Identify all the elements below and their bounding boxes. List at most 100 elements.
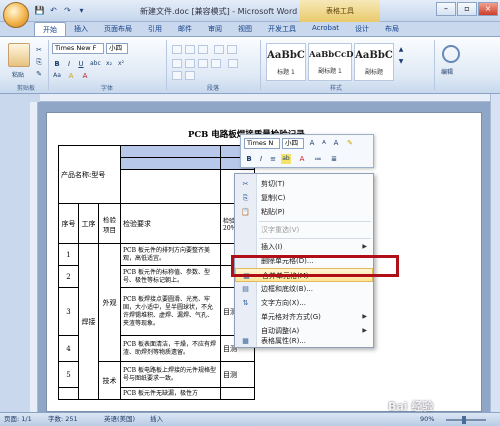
row-no[interactable]: 2 [58,265,79,288]
font-name-select[interactable]: Times New F [52,43,104,54]
menu-item-cut[interactable]: ✂ 剪切(T) [235,177,373,191]
status-language[interactable]: 英语(美国) [104,413,135,426]
style-subtitle[interactable]: AaBbC 副标题 [354,43,394,81]
requirement-cell[interactable]: PCB 板表面清洁，干燥，不应有焊渣、助焊剂等物质遗留。 [120,335,221,362]
increase-indent-icon[interactable] [227,45,237,54]
requirement-cell[interactable]: PCB 板电路板上焊接的元件规格型号与图纸要求一致。 [120,361,221,388]
header-requirement[interactable]: 检验要求 [120,203,221,244]
table-cell[interactable] [120,157,221,170]
shading-icon[interactable] [172,71,182,80]
multilevel-list-icon[interactable] [198,45,208,54]
tab-review[interactable]: 审阅 [200,22,230,36]
tab-developer[interactable]: 开发工具 [260,22,304,36]
tab-insert[interactable]: 插入 [66,22,96,36]
customize-qat-icon[interactable]: ▾ [76,5,87,16]
tab-references[interactable]: 引用 [140,22,170,36]
menu-item-cell-alignment[interactable]: 单元格对齐方式(G) ▶ [235,310,373,324]
line-spacing-icon[interactable] [228,59,238,68]
superscript-button[interactable]: x² [116,59,126,69]
maximize-button[interactable]: ▫ [457,2,477,16]
vertical-scrollbar[interactable] [490,94,500,412]
tab-design[interactable]: 设计 [347,22,377,36]
subscript-button[interactable]: x₂ [104,59,114,69]
requirement-cell[interactable]: PCB 板元件的标称值、参数、型号、极性等标记朝上。 [120,265,221,288]
row-no[interactable] [58,387,79,400]
menu-item-copy[interactable]: ⎘ 复制(C) [235,191,373,205]
cut-icon[interactable]: ✂ [34,45,44,55]
header-process[interactable]: 工序 [78,203,99,244]
close-button[interactable]: × [478,2,498,16]
method-cell[interactable]: 目测 [220,361,255,388]
tab-home[interactable]: 开始 [34,22,66,36]
justify-icon[interactable] [211,59,221,68]
zoom-level[interactable]: 90% [420,413,434,426]
item-appearance-cell[interactable]: 外观 [98,243,121,362]
mini-center-button[interactable]: ≡ [268,154,278,164]
menu-item-table-properties[interactable]: ▦ 表格属性(R)... [235,334,373,348]
format-painter-icon[interactable]: ✎ [34,69,44,79]
requirement-cell[interactable]: PCB 板元件的排列方向要整齐美观，高低适宜。 [120,243,221,266]
style-heading-1[interactable]: AaBbC 标题 1 [266,43,306,81]
menu-item-insert[interactable]: 插入(I) ▶ [235,240,373,254]
method-cell[interactable] [220,387,255,400]
italic-button[interactable]: I [64,59,74,69]
status-insert-mode[interactable]: 插入 [150,413,163,426]
bold-button[interactable]: B [52,59,62,69]
product-label-cell[interactable]: 产品名称:型号 [58,145,121,204]
underline-button[interactable]: U [76,59,86,69]
row-no[interactable]: 4 [58,335,79,362]
font-color-button[interactable]: A [80,71,90,81]
minimize-button[interactable]: – [436,2,456,16]
tab-page-layout[interactable]: 页面布局 [96,22,140,36]
row-no[interactable]: 5 [58,361,79,388]
bullets-icon[interactable] [172,45,182,54]
strikethrough-button[interactable]: abc [90,59,101,69]
find-icon[interactable] [442,45,460,63]
edit-label[interactable]: 编辑 [441,67,453,76]
mini-indent-button[interactable]: ≔ [313,154,323,164]
styles-scroll-down-icon[interactable]: ▼ [396,57,406,67]
menu-item-borders-shading[interactable]: ▤ 边框和底纹(B)... [235,282,373,296]
table-cell[interactable] [120,145,221,158]
office-button[interactable] [3,2,29,28]
menu-item-paste[interactable]: 📋 粘贴(P) [235,205,373,219]
mini-font-name-select[interactable]: Times N [244,138,280,149]
mini-bold-button[interactable]: B [244,154,254,164]
tab-view[interactable]: 视图 [230,22,260,36]
paste-icon[interactable] [8,43,30,67]
process-cell[interactable]: 焊接 [78,243,99,400]
save-icon[interactable]: 💾 [34,5,45,16]
grow-font-button[interactable]: A [307,138,317,148]
mini-bullets-button[interactable]: ≣ [329,154,339,164]
mini-styles-button[interactable]: A [331,138,341,148]
undo-icon[interactable]: ↶ [48,5,59,16]
mini-format-painter-icon[interactable]: ✎ [345,138,355,148]
tab-acrobat[interactable]: Acrobat [304,22,347,36]
shrink-font-button[interactable]: A [319,138,329,148]
style-subheading-1[interactable]: AaBbCcD 副标题 1 [308,43,354,81]
mini-font-color-button[interactable]: A [297,154,307,164]
item-tech-cell[interactable]: 技术 [98,361,121,400]
copy-icon[interactable]: ⎘ [34,57,44,67]
tab-layout[interactable]: 布局 [377,22,407,36]
requirement-cell[interactable]: PCB 板元件无缺漏，极性方 [120,387,221,400]
highlight-color-button[interactable]: A [66,71,76,81]
styles-scroll-up-icon[interactable]: ▲ [396,45,406,55]
mini-font-size-select[interactable]: 小四 [282,138,304,149]
zoom-slider[interactable] [446,419,486,421]
header-no[interactable]: 序号 [58,203,79,244]
requirement-cell[interactable]: PCB 板焊接点要圆滑、光亮、牢固，大小适中，呈半圆球状，不允许焊锡堆积、虚焊、… [120,287,221,336]
tab-mailings[interactable]: 邮件 [170,22,200,36]
paste-label[interactable]: 粘贴 [12,70,24,79]
menu-item-text-direction[interactable]: ⇅ 文字方向(X)... [235,296,373,310]
change-case-button[interactable]: Aa [52,71,62,81]
zoom-slider-thumb[interactable] [462,416,466,424]
status-page[interactable]: 页面: 1/1 [4,413,32,426]
decrease-indent-icon[interactable] [214,45,224,54]
numbering-icon[interactable] [185,45,195,54]
redo-icon[interactable]: ↷ [62,5,73,16]
borders-icon[interactable] [185,71,195,80]
inspection-table[interactable]: 产品名称:型号 序号 工序 检验项目 检验要求 检验方法20% 1 焊接 外观 … [58,145,255,400]
mini-highlight-button[interactable]: ab [281,154,291,164]
table-cell[interactable] [120,169,221,204]
